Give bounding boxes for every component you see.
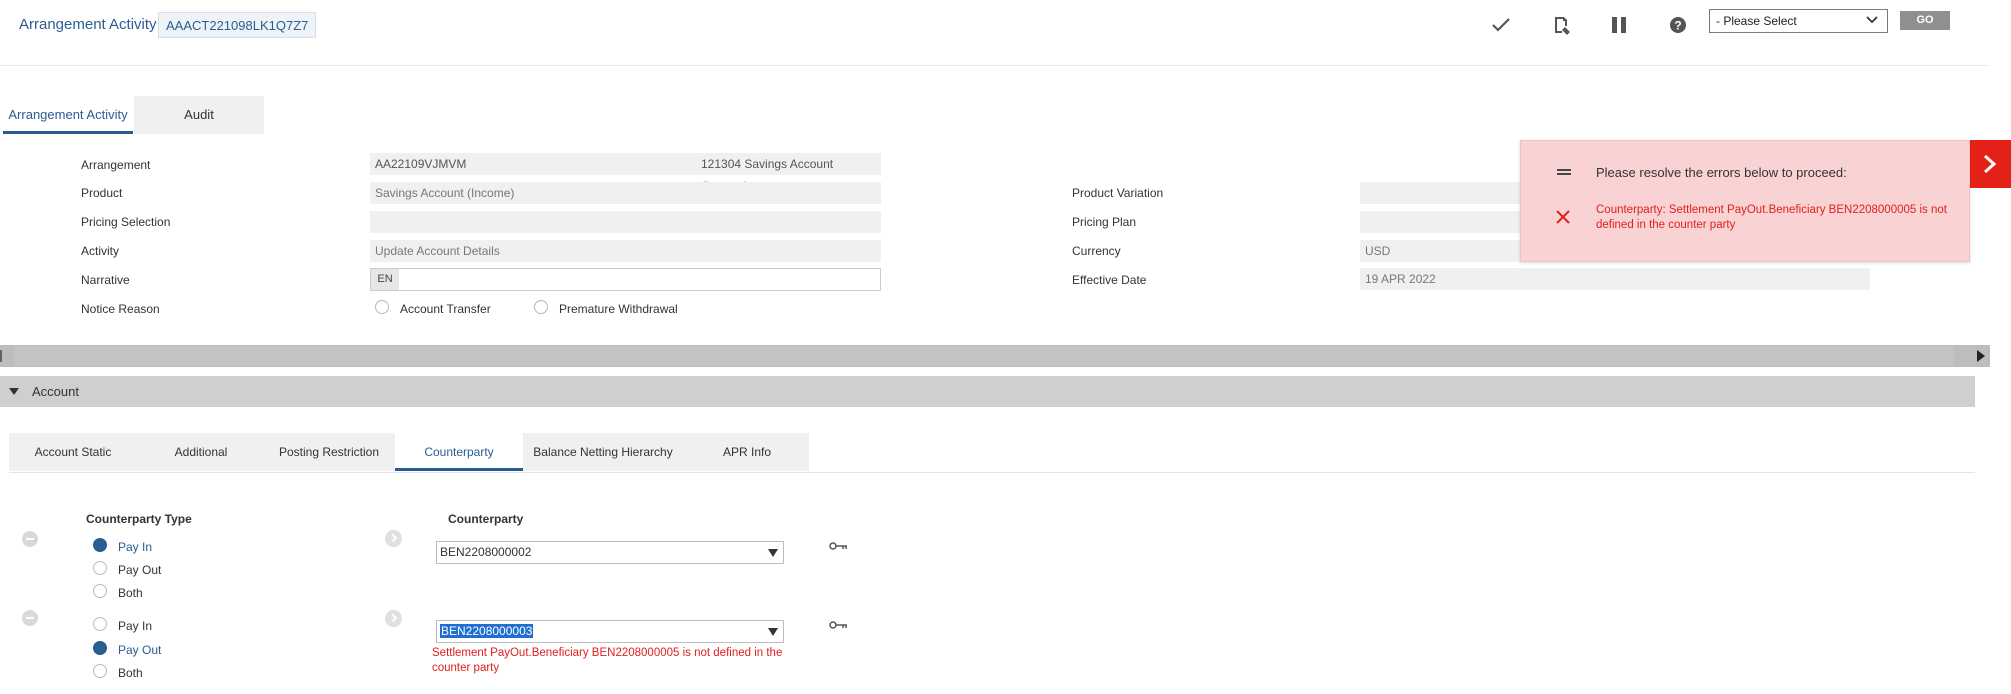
arrangement-label: Arrangement: [81, 158, 151, 172]
row1-pay-in-radio[interactable]: [93, 538, 107, 552]
product-variation-label: Product Variation: [1072, 186, 1164, 200]
scrollbar-thumb[interactable]: [14, 346, 1954, 366]
account-sub-tabs: Account Static Additional Posting Restri…: [9, 433, 809, 471]
product-label: Product: [81, 186, 123, 200]
horizontal-scrollbar[interactable]: [0, 345, 1990, 367]
remove-row-icon[interactable]: [22, 531, 38, 547]
remove-row-icon[interactable]: [22, 610, 38, 626]
row2-both-label: Both: [118, 666, 143, 680]
sign-off-icon[interactable]: [1547, 11, 1575, 39]
row2-pay-in-radio[interactable]: [93, 617, 107, 631]
activity-label: Activity: [81, 244, 120, 258]
effective-date-label: Effective Date: [1072, 273, 1147, 287]
error-x-icon: [1556, 210, 1570, 224]
row2-counterparty-select[interactable]: BEN2208000003: [436, 620, 784, 643]
notice-premature-withdrawal-radio[interactable]: [534, 300, 548, 314]
tab-balance-netting-hierarchy[interactable]: Balance Netting Hierarchy: [523, 433, 683, 471]
header-bar: Arrangement Activity AAACT221098LK1Q7Z7 …: [0, 0, 1990, 66]
notice-reason-label: Notice Reason: [81, 302, 160, 316]
row1-both-radio[interactable]: [93, 584, 107, 598]
narrative-input[interactable]: EN: [370, 268, 881, 291]
dropdown-arrow-icon: [768, 549, 778, 557]
row2-pay-out-radio[interactable]: [93, 641, 107, 655]
scroll-right-icon[interactable]: [1972, 348, 1990, 364]
page-title: Arrangement Activity: [19, 16, 157, 33]
key-icon[interactable]: [829, 541, 849, 551]
pricing-plan-label: Pricing Plan: [1072, 215, 1137, 229]
expand-row-icon[interactable]: [385, 610, 402, 627]
expand-row-icon[interactable]: [385, 530, 402, 547]
activity-reference: AAACT221098LK1Q7Z7: [158, 12, 317, 38]
effective-date-field: 19 APR 2022: [1360, 268, 1870, 290]
narrative-language-tag: EN: [371, 269, 399, 290]
pricing-selection-field: [370, 211, 881, 233]
chevron-right-icon: [1984, 154, 1997, 174]
go-button[interactable]: GO: [1900, 11, 1950, 30]
notice-premature-withdrawal-label: Premature Withdrawal: [559, 302, 678, 316]
tab-audit[interactable]: Audit: [134, 96, 264, 134]
product-field: Savings Account (Income): [370, 182, 881, 204]
collapse-triangle-icon: [9, 388, 19, 395]
tab-apr-info[interactable]: APR Info: [685, 433, 809, 471]
narrative-label: Narrative: [81, 273, 130, 287]
tab-arrangement-activity[interactable]: Arrangement Activity: [3, 96, 133, 134]
tab-counterparty[interactable]: Counterparty: [395, 433, 523, 471]
row1-both-label: Both: [118, 586, 143, 600]
counterparty-inline-error: Settlement PayOut.Beneficiary BEN2208000…: [432, 647, 783, 674]
scroll-left-icon[interactable]: [0, 348, 6, 364]
account-section-title: Account: [32, 384, 79, 399]
counterparty-header: Counterparty: [448, 512, 524, 526]
notice-account-transfer-radio[interactable]: [375, 300, 389, 314]
menu-lines-icon: [1557, 169, 1571, 175]
row1-pay-out-radio[interactable]: [93, 561, 107, 575]
dropdown-arrow-icon: [768, 628, 778, 636]
row2-pay-in-label: Pay In: [118, 619, 153, 633]
notice-account-transfer-label: Account Transfer: [400, 302, 491, 316]
row2-both-radio[interactable]: [93, 664, 107, 678]
activity-field: Update Account Details: [370, 240, 881, 262]
pricing-selection-label: Pricing Selection: [81, 215, 171, 229]
error-panel-message[interactable]: Counterparty: Settlement PayOut.Benefici…: [1596, 203, 1966, 233]
validate-check-icon[interactable]: [1487, 11, 1515, 39]
error-panel: Please resolve the errors below to proce…: [1520, 140, 1970, 262]
action-select-value: - Please Select: [1716, 14, 1797, 28]
sub-tabs-divider: [9, 472, 1975, 473]
arrangement-id: AA22109VJMVM: [375, 157, 467, 171]
svg-text:?: ?: [1674, 19, 1681, 33]
row1-counterparty-value: BEN2208000002: [440, 545, 532, 559]
error-panel-toggle[interactable]: [1970, 140, 2011, 188]
row2-counterparty-value: BEN2208000003: [440, 624, 534, 638]
row1-pay-out-label: Pay Out: [118, 563, 162, 577]
action-select[interactable]: - Please Select: [1709, 9, 1888, 33]
hold-pause-icon[interactable]: [1605, 11, 1633, 39]
key-icon[interactable]: [829, 620, 849, 630]
tab-additional[interactable]: Additional: [137, 433, 265, 471]
counterparty-type-header: Counterparty Type: [86, 512, 192, 526]
account-section-header[interactable]: Account: [0, 376, 1975, 407]
help-icon[interactable]: ?: [1664, 11, 1692, 39]
tab-account-static[interactable]: Account Static: [9, 433, 137, 471]
row1-counterparty-select[interactable]: BEN2208000002: [436, 541, 784, 564]
currency-label: Currency: [1072, 244, 1121, 258]
chevron-down-icon: [1866, 16, 1878, 24]
tab-posting-restriction[interactable]: Posting Restriction: [265, 433, 393, 471]
arrangement-field: AA22109VJMVM 121304 Savings Account (Inc…: [370, 153, 881, 193]
error-panel-header: Please resolve the errors below to proce…: [1596, 165, 1847, 180]
row2-pay-out-label: Pay Out: [118, 643, 162, 657]
row1-pay-in-label: Pay In: [118, 540, 153, 554]
